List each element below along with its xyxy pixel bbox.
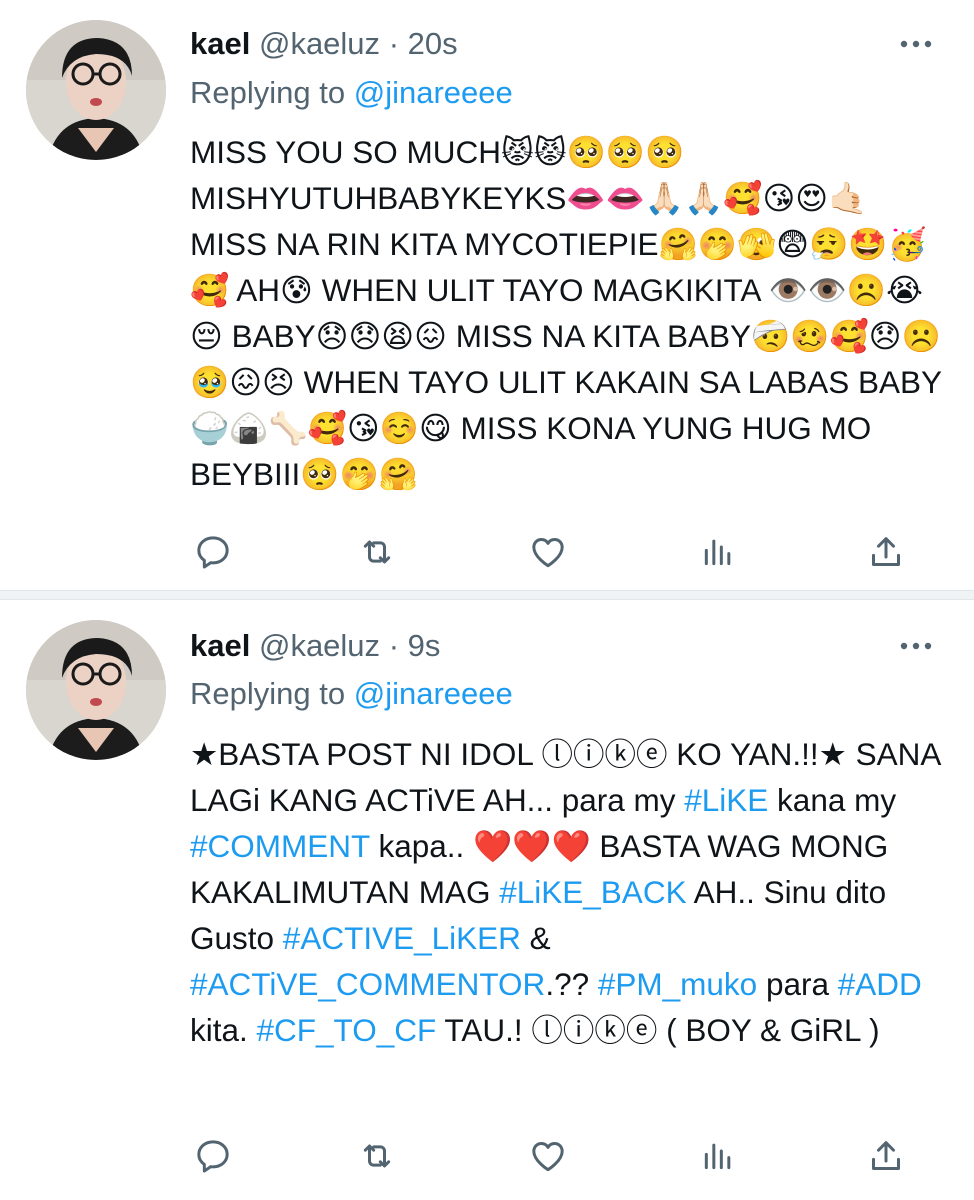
tweet-text-segment: kita. — [190, 1012, 257, 1048]
tweet-text: ★BASTA POST NI IDOL ⓛⓘⓚⓔ KO YAN.!!★ SANA… — [190, 731, 950, 1053]
mention-link[interactable]: @jinareeee — [354, 75, 513, 110]
tweet-text-segment: kana my — [768, 782, 897, 818]
hashtag-link[interactable]: #LiKE_BACK — [499, 874, 686, 910]
tweet-header: kael @kaeluz · 9s — [190, 626, 440, 666]
replying-label: Replying to — [190, 676, 354, 711]
like-icon[interactable] — [528, 532, 568, 572]
more-icon[interactable] — [896, 34, 936, 54]
more-icon[interactable] — [896, 636, 936, 656]
tweet-text-segment: .?? — [545, 966, 598, 1002]
hashtag-link[interactable]: #LiKE — [684, 782, 768, 818]
retweet-icon[interactable] — [357, 1136, 397, 1176]
share-icon[interactable] — [866, 1136, 906, 1176]
display-name[interactable]: kael — [190, 628, 250, 663]
display-name[interactable]: kael — [190, 26, 250, 61]
retweet-icon[interactable] — [357, 532, 397, 572]
separator: · — [388, 628, 400, 663]
tweet-actions — [190, 532, 910, 572]
hashtag-link[interactable]: #ACTIVE_LiKER — [283, 920, 521, 956]
replying-to: Replying to @jinareeee — [190, 73, 513, 113]
mention-link[interactable]: @jinareeee — [354, 676, 513, 711]
views-icon[interactable] — [698, 532, 738, 572]
tweet-text: MISS YOU SO MUCH😾😾🥺🥺🥺 MISHYUTUHBABYKEYKS… — [190, 134, 943, 492]
separator: · — [388, 26, 400, 61]
tweet-text-segment: & — [520, 920, 551, 956]
reply-icon[interactable] — [193, 532, 233, 572]
avatar[interactable] — [26, 620, 166, 760]
timestamp[interactable]: 9s — [408, 628, 441, 663]
tweet-text-segment: para — [757, 966, 838, 1002]
tweet[interactable]: kael @kaeluz · 9s Replying to @jinareeee… — [0, 600, 974, 1200]
user-handle[interactable]: @kaeluz — [259, 628, 380, 663]
avatar[interactable] — [26, 20, 166, 160]
tweet-header: kael @kaeluz · 20s — [190, 24, 458, 64]
hashtag-link[interactable]: #ACTiVE_COMMENTOR — [190, 966, 545, 1002]
hashtag-link[interactable]: #ADD — [838, 966, 922, 1002]
replying-label: Replying to — [190, 75, 354, 110]
hashtag-link[interactable]: #COMMENT — [190, 828, 370, 864]
tweet-divider — [0, 590, 974, 600]
tweet-text-segment: TAU.! ⓛⓘⓚⓔ ( BOY & GiRL ) — [436, 1012, 880, 1048]
replying-to: Replying to @jinareeee — [190, 674, 513, 714]
share-icon[interactable] — [866, 532, 906, 572]
hashtag-link[interactable]: #PM_muko — [598, 966, 757, 1002]
views-icon[interactable] — [698, 1136, 738, 1176]
hashtag-link[interactable]: #CF_TO_CF — [257, 1012, 437, 1048]
user-handle[interactable]: @kaeluz — [259, 26, 380, 61]
like-icon[interactable] — [528, 1136, 568, 1176]
tweet-actions — [190, 1136, 910, 1176]
reply-icon[interactable] — [193, 1136, 233, 1176]
timestamp[interactable]: 20s — [408, 26, 458, 61]
tweet[interactable]: kael @kaeluz · 20s Replying to @jinareee… — [0, 0, 974, 598]
